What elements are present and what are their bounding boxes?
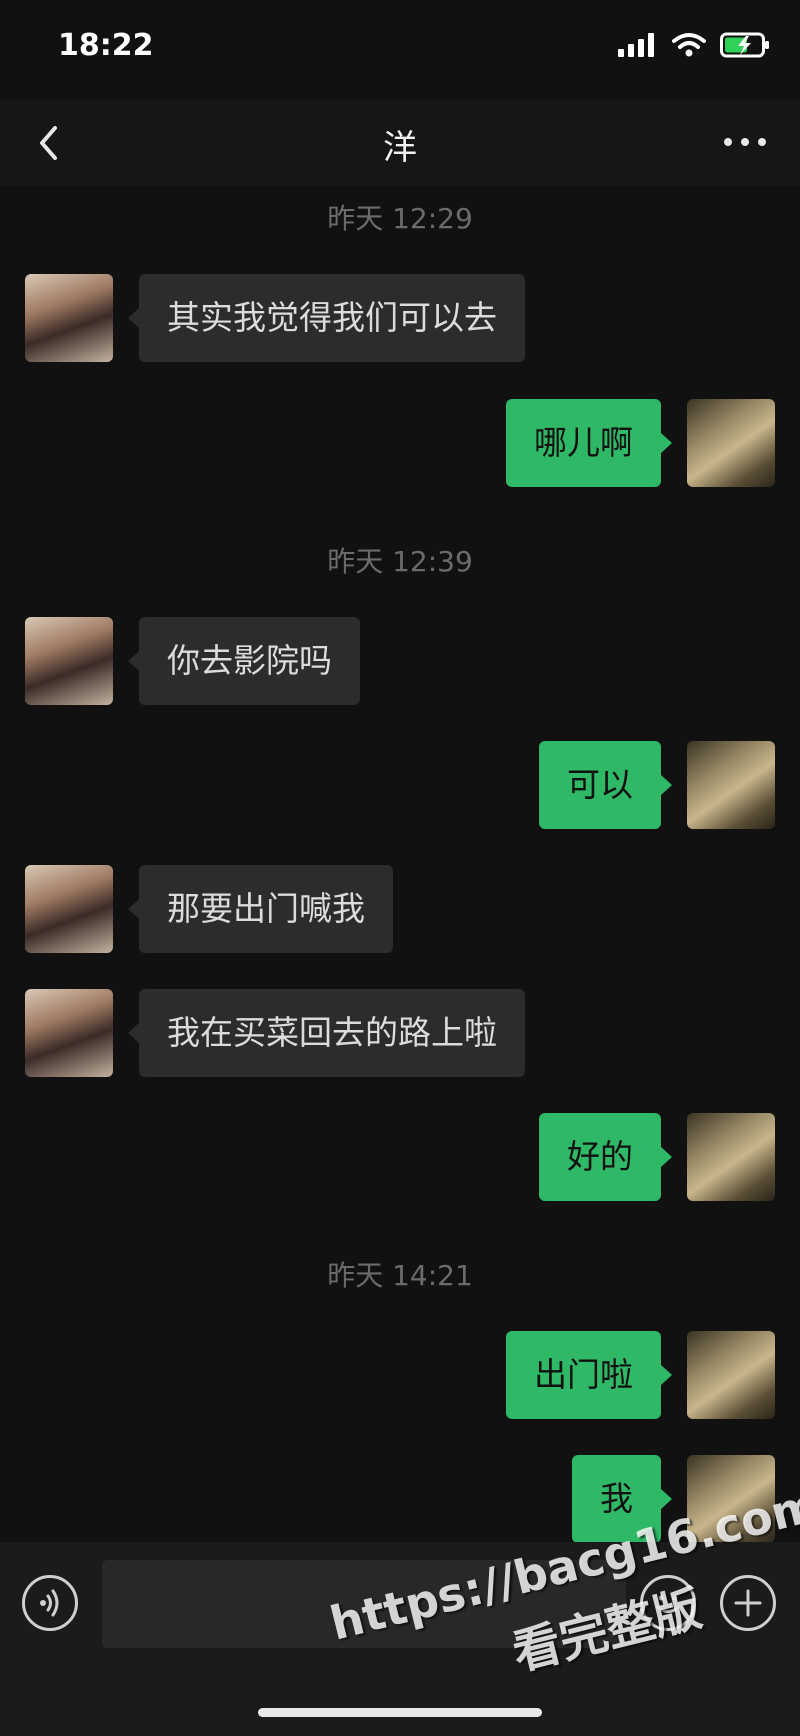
voice-icon bbox=[40, 1589, 59, 1617]
message-bubble[interactable]: 那要出门喊我 bbox=[139, 865, 393, 953]
wifi-icon bbox=[672, 33, 706, 57]
chat-title: 洋 bbox=[383, 128, 417, 168]
message-timestamp: 昨天 14:21 bbox=[327, 1259, 473, 1292]
message-timestamp: 昨天 12:39 bbox=[327, 545, 473, 578]
emoji-button[interactable] bbox=[640, 1575, 696, 1631]
more-functions-button[interactable] bbox=[720, 1575, 776, 1631]
bubble-tail bbox=[128, 899, 139, 919]
emoji-icon bbox=[656, 1595, 680, 1613]
message-bubble[interactable]: 其实我觉得我们可以去 bbox=[139, 274, 525, 362]
bubble-tail bbox=[661, 433, 672, 453]
contact-avatar[interactable] bbox=[25, 989, 113, 1077]
outgoing-message: 可以 bbox=[0, 741, 800, 829]
bubble-tail bbox=[128, 308, 139, 328]
message-bubble[interactable]: 我 bbox=[572, 1455, 661, 1543]
home-indicator[interactable] bbox=[258, 1708, 542, 1717]
status-icons bbox=[618, 32, 770, 58]
bubble-tail bbox=[661, 1365, 672, 1385]
my-avatar[interactable] bbox=[687, 399, 775, 487]
my-avatar[interactable] bbox=[687, 1113, 775, 1201]
bubble-tail bbox=[661, 775, 672, 795]
contact-avatar[interactable] bbox=[25, 865, 113, 953]
contact-avatar[interactable] bbox=[25, 274, 113, 362]
incoming-message: 那要出门喊我 bbox=[0, 865, 800, 953]
my-avatar[interactable] bbox=[687, 741, 775, 829]
message-bubble[interactable]: 我在买菜回去的路上啦 bbox=[139, 989, 525, 1077]
my-avatar[interactable] bbox=[687, 1455, 775, 1543]
message-timestamp: 昨天 12:29 bbox=[327, 202, 473, 235]
outgoing-message: 出门啦 bbox=[0, 1331, 800, 1419]
bubble-tail bbox=[128, 651, 139, 671]
message-bubble[interactable]: 好的 bbox=[539, 1113, 661, 1201]
incoming-message: 你去影院吗 bbox=[0, 617, 800, 705]
message-bubble[interactable]: 你去影院吗 bbox=[139, 617, 360, 705]
more-icon bbox=[724, 138, 766, 146]
my-avatar[interactable] bbox=[687, 1331, 775, 1419]
plus-icon bbox=[734, 1589, 762, 1617]
status-time: 18:22 bbox=[58, 28, 154, 63]
bubble-tail bbox=[128, 1023, 139, 1043]
voice-input-button[interactable] bbox=[22, 1575, 78, 1631]
bubble-tail bbox=[661, 1489, 672, 1509]
status-bar: 18:22 bbox=[0, 0, 800, 100]
more-options-button[interactable] bbox=[720, 122, 770, 162]
input-bar bbox=[0, 1542, 800, 1736]
incoming-message: 我在买菜回去的路上啦 bbox=[0, 989, 800, 1077]
outgoing-message: 哪儿啊 bbox=[0, 399, 800, 487]
message-bubble[interactable]: 出门啦 bbox=[506, 1331, 661, 1419]
incoming-message: 其实我觉得我们可以去 bbox=[0, 274, 800, 362]
signal-icon bbox=[618, 33, 654, 57]
bubble-tail bbox=[661, 1147, 672, 1167]
chat-header: 洋 bbox=[0, 100, 800, 186]
outgoing-message: 我 bbox=[0, 1455, 800, 1543]
message-bubble[interactable]: 可以 bbox=[539, 741, 661, 829]
message-input[interactable] bbox=[102, 1560, 626, 1648]
outgoing-message: 好的 bbox=[0, 1113, 800, 1201]
battery-charging-icon bbox=[720, 32, 769, 58]
message-bubble[interactable]: 哪儿啊 bbox=[506, 399, 661, 487]
contact-avatar[interactable] bbox=[25, 617, 113, 705]
